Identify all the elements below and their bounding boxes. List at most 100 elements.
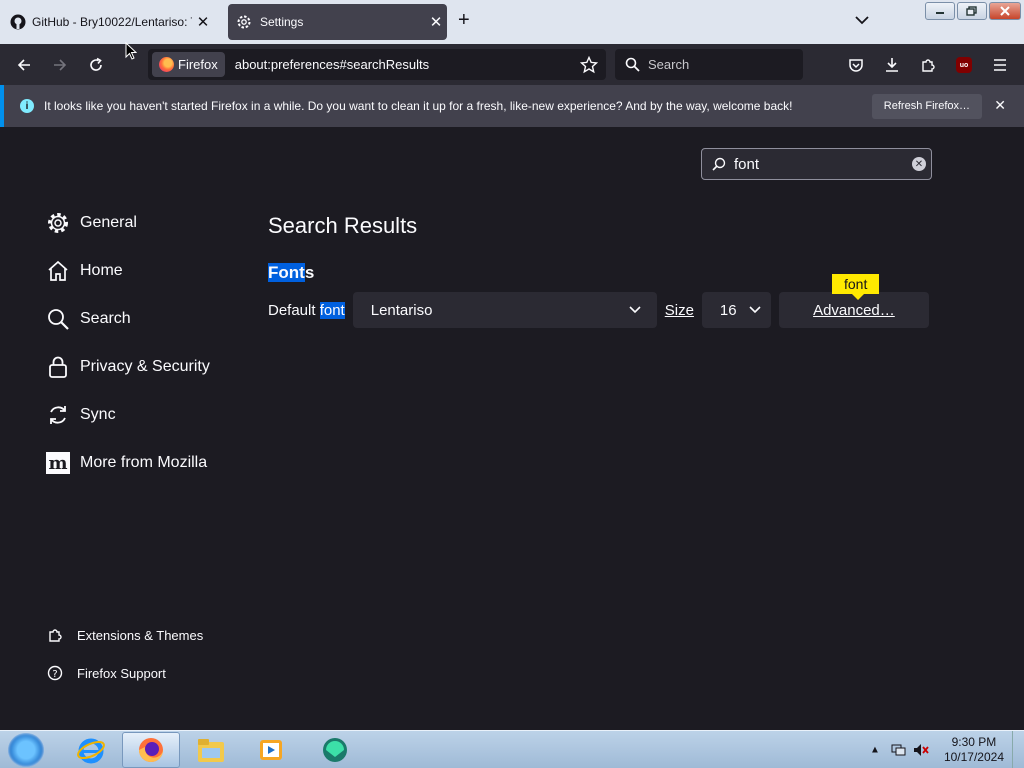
tab-close-button[interactable]: ✕ bbox=[425, 13, 447, 31]
category-general[interactable]: General bbox=[46, 211, 137, 235]
font-size-select[interactable]: 16 bbox=[701, 292, 771, 328]
selected-size: 16 bbox=[719, 301, 737, 319]
svg-text:m: m bbox=[48, 453, 67, 474]
tab-strip: GitHub - Bry10022/Lentariso: Th ✕ Settin… bbox=[0, 0, 1024, 44]
firefox-icon bbox=[159, 57, 174, 72]
list-all-tabs-button[interactable] bbox=[855, 12, 869, 30]
back-button[interactable] bbox=[11, 52, 37, 78]
selected-font: Lentariso bbox=[370, 301, 433, 319]
taskbar-app-firefox[interactable] bbox=[122, 732, 180, 768]
media-player-icon bbox=[260, 740, 282, 760]
navigation-toolbar: Firefox about:preferences#searchResults … bbox=[0, 44, 1024, 85]
taskbar-app[interactable] bbox=[182, 732, 240, 768]
sync-icon bbox=[50, 406, 66, 424]
chevron-down-icon bbox=[855, 16, 869, 25]
footer-link-label: Firefox Support bbox=[77, 665, 166, 681]
font-settings-row: Default font Lentariso Size 16 Advanced… bbox=[268, 292, 929, 328]
tab-close-button[interactable]: ✕ bbox=[192, 13, 214, 31]
firefox-support-link[interactable]: ? Firefox Support bbox=[47, 665, 166, 681]
taskbar-app[interactable] bbox=[306, 732, 364, 768]
search-bar[interactable]: Search bbox=[615, 49, 803, 80]
section-heading-fonts: Fonts bbox=[268, 263, 314, 283]
extensions-themes-link[interactable]: Extensions & Themes bbox=[47, 627, 203, 643]
mozilla-icon: m bbox=[46, 452, 70, 474]
volume-muted-icon[interactable] bbox=[913, 743, 930, 757]
search-highlight: font bbox=[319, 301, 345, 319]
clock-date: 10/17/2024 bbox=[943, 750, 1004, 764]
restore-button[interactable] bbox=[957, 2, 987, 20]
new-tab-button[interactable]: + bbox=[458, 9, 470, 32]
search-tooltip: font bbox=[832, 274, 880, 300]
hamburger-menu-icon bbox=[994, 59, 1006, 71]
identity-label: Firefox bbox=[178, 57, 218, 72]
close-icon bbox=[1000, 6, 1010, 16]
heading-rest: s bbox=[304, 263, 315, 282]
minimize-icon bbox=[936, 12, 944, 14]
tab-title: GitHub - Bry10022/Lentariso: Th bbox=[32, 15, 192, 29]
show-desktop-button[interactable] bbox=[1012, 731, 1024, 768]
category-home[interactable]: Home bbox=[46, 259, 123, 283]
ublock-button[interactable]: uo bbox=[951, 52, 977, 78]
gear-icon bbox=[48, 213, 68, 233]
tab-title: Settings bbox=[260, 15, 304, 29]
taskbar-app[interactable] bbox=[62, 732, 120, 768]
notification-bar: i It looks like you haven't started Fire… bbox=[0, 85, 1024, 127]
download-icon bbox=[886, 58, 898, 72]
search-icon bbox=[712, 157, 726, 171]
search-icon bbox=[625, 57, 640, 72]
system-clock[interactable]: 9:30 PM 10/17/2024 bbox=[944, 735, 1004, 765]
address-bar[interactable]: Firefox about:preferences#searchResults bbox=[148, 49, 606, 80]
page-title: Search Results bbox=[268, 213, 418, 238]
forward-arrow-icon bbox=[54, 59, 67, 71]
url-text[interactable]: about:preferences#searchResults bbox=[235, 57, 580, 72]
extensions-button[interactable] bbox=[915, 52, 941, 78]
svg-text:?: ? bbox=[52, 669, 57, 680]
identity-box[interactable]: Firefox bbox=[152, 52, 225, 77]
lock-icon bbox=[49, 356, 67, 378]
app-menu-button[interactable] bbox=[987, 52, 1013, 78]
notification-close-button[interactable]: ✕ bbox=[994, 97, 1006, 114]
start-button[interactable] bbox=[8, 733, 44, 767]
category-more-from-mozilla[interactable]: m More from Mozilla bbox=[46, 451, 207, 475]
search-placeholder: Search bbox=[648, 57, 690, 72]
info-icon: i bbox=[20, 99, 34, 113]
minimize-button[interactable] bbox=[925, 2, 955, 20]
category-search[interactable]: Search bbox=[46, 307, 131, 331]
default-font-select[interactable]: Lentariso bbox=[352, 292, 657, 328]
gear-icon bbox=[237, 15, 251, 29]
system-tray[interactable]: ▲ bbox=[870, 743, 930, 757]
tab-github[interactable]: GitHub - Bry10022/Lentariso: Th ✕ bbox=[0, 4, 222, 40]
file-explorer-icon bbox=[198, 739, 224, 762]
help-icon: ? bbox=[47, 665, 63, 681]
taskbar-app[interactable] bbox=[242, 732, 300, 768]
category-label: Privacy & Security bbox=[80, 358, 210, 375]
reload-icon bbox=[90, 57, 102, 71]
find-in-settings[interactable]: ✕ bbox=[701, 148, 932, 180]
search-icon bbox=[48, 309, 69, 330]
firefox-icon bbox=[139, 738, 163, 762]
bookmark-star-icon[interactable] bbox=[580, 55, 598, 74]
downloads-button[interactable] bbox=[879, 52, 905, 78]
tray-chevron-icon[interactable]: ▲ bbox=[870, 745, 880, 756]
app-icon bbox=[323, 738, 347, 762]
tab-settings[interactable]: Settings ✕ bbox=[228, 4, 447, 40]
clear-search-icon[interactable]: ✕ bbox=[912, 157, 926, 171]
network-icon[interactable] bbox=[891, 743, 907, 757]
restore-icon bbox=[966, 6, 977, 16]
size-label: Size bbox=[664, 301, 694, 319]
category-privacy[interactable]: Privacy & Security bbox=[46, 355, 210, 379]
category-sync[interactable]: Sync bbox=[46, 403, 116, 427]
chevron-down-icon bbox=[749, 306, 761, 314]
pocket-button[interactable] bbox=[843, 52, 869, 78]
forward-button[interactable] bbox=[47, 52, 73, 78]
category-label: Home bbox=[80, 262, 123, 279]
default-font-label: Default font bbox=[268, 301, 345, 319]
internet-explorer-icon bbox=[77, 738, 105, 764]
preferences-page: ✕ General Home Search Privacy & Security… bbox=[0, 127, 1024, 730]
find-in-settings-input[interactable] bbox=[734, 155, 904, 173]
close-window-button[interactable] bbox=[989, 2, 1021, 20]
notification-text: It looks like you haven't started Firefo… bbox=[44, 99, 793, 113]
github-icon bbox=[10, 14, 26, 30]
reload-button[interactable] bbox=[83, 52, 109, 78]
refresh-firefox-button[interactable]: Refresh Firefox… bbox=[871, 93, 982, 119]
